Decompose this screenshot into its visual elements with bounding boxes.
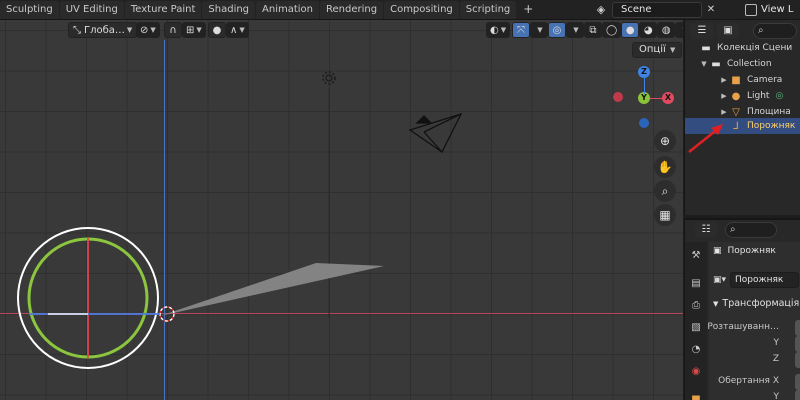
- mesh-icon: ▽: [732, 106, 740, 118]
- gizmo-x-line: [650, 98, 664, 99]
- tab-texture-paint[interactable]: Texture Paint: [124, 1, 202, 19]
- object-name-row: ▣ Порожняк: [713, 246, 776, 256]
- render-tab-icon[interactable]: ▤: [688, 276, 704, 292]
- plane-object[interactable]: [160, 263, 384, 316]
- output-tab-icon[interactable]: ⎙: [688, 298, 704, 314]
- outliner-panel: ☰ ▣ ⌕ ▬ Колекція Сцени ▼ ▬ Collection ▶ …: [684, 20, 800, 215]
- transform-section-header[interactable]: ▼ Трансформація: [713, 298, 799, 309]
- editor-type-dropdown[interactable]: ☷: [695, 222, 717, 238]
- workspace-tabs: Sculpting UV Editing Texture Paint Shadi…: [0, 1, 540, 19]
- object-name-field[interactable]: Порожняк: [730, 272, 799, 288]
- camera-icon[interactable]: ⌕: [654, 180, 676, 202]
- properties-content: ▣ Порожняк ▣▾ Порожняк ▼ Трансформація Ро…: [707, 242, 800, 400]
- tool-tab-icon[interactable]: ⚒: [688, 248, 704, 264]
- outliner-search-input[interactable]: ⌕: [753, 23, 797, 39]
- outliner-header: ☰ ▣ ⌕: [685, 20, 800, 42]
- view-layer-label: View L: [761, 4, 794, 15]
- rotation-y-label: Y: [773, 392, 780, 400]
- search-icon: ⌕: [758, 25, 764, 36]
- transform-section-label: Трансформація: [722, 298, 800, 309]
- outliner-row-light[interactable]: ▶ ● Light ◎: [685, 88, 800, 104]
- object-tab-icon[interactable]: ■: [688, 392, 704, 400]
- light-data-icon[interactable]: ◎: [775, 91, 783, 101]
- gizmo-neg-z-axis[interactable]: [639, 118, 649, 128]
- close-scene-icon[interactable]: ✕: [702, 4, 720, 15]
- collection-icon: ▬: [701, 42, 711, 54]
- gizmo-neg-x-axis[interactable]: [613, 92, 623, 102]
- properties-icon: ☷: [701, 224, 711, 235]
- tab-sculpting[interactable]: Sculpting: [0, 1, 59, 19]
- chevron-down-icon: ▼: [713, 300, 719, 308]
- tab-animation[interactable]: Animation: [256, 1, 320, 19]
- location-z-label: Z: [772, 354, 779, 364]
- blender-window: Sculpting UV Editing Texture Paint Shadi…: [0, 0, 800, 400]
- location-label: Розташуванн…: [707, 322, 779, 332]
- row-label: Camera: [747, 75, 783, 85]
- scene-icon[interactable]: ◈: [590, 1, 612, 18]
- scene-objects: [17, 71, 463, 369]
- camera-icon: ■: [731, 74, 741, 86]
- scene-selector: ◈ Scene ✕: [590, 1, 720, 18]
- red-pointer-arrow: [688, 124, 723, 153]
- properties-header: ☷ ⌕: [685, 220, 800, 240]
- chevron-right-icon[interactable]: ▶: [719, 108, 729, 116]
- chevron-right-icon[interactable]: ▶: [719, 76, 729, 84]
- tab-shading[interactable]: Shading: [202, 1, 256, 19]
- view-layer-icon: [745, 3, 757, 16]
- editor-type-dropdown[interactable]: ☰: [691, 23, 713, 39]
- workspace-tab-bar: Sculpting UV Editing Texture Paint Shadi…: [0, 0, 800, 20]
- 3d-viewport[interactable]: ⤡ Глоба… ▼ ⊘ ▼ ∩ ⊞ ▼ ● ∧ ▼ ◐ ▼ ⤧ ▼ ◎ ▼ ⧉…: [0, 20, 683, 400]
- outliner-row-scene-collection[interactable]: ▬ Колекція Сцени: [685, 40, 800, 56]
- location-y-field[interactable]: [795, 336, 800, 352]
- view-layer-tab-icon[interactable]: ▧: [688, 320, 704, 336]
- view-layer-selector[interactable]: View L: [745, 1, 793, 18]
- search-icon: ⌕: [730, 224, 736, 235]
- hand-icon[interactable]: ✋: [654, 156, 676, 178]
- world-tab-icon[interactable]: ◉: [688, 364, 704, 380]
- properties-panel: ☷ ⌕ ⚒ ▤ ⎙ ▧ ◔ ◉ ■ ▣ Порожняк ▣▾ Порожняк…: [684, 218, 800, 400]
- row-label: Collection: [727, 59, 772, 69]
- light-icon[interactable]: [322, 71, 336, 85]
- zoom-icon[interactable]: ⊕: [654, 130, 676, 152]
- properties-search-input[interactable]: ⌕: [725, 222, 777, 238]
- outliner-icon: ☰: [697, 25, 707, 36]
- outliner-row-collection[interactable]: ▼ ▬ Collection: [685, 56, 800, 72]
- rotation-x-field[interactable]: [795, 374, 800, 390]
- light-icon: ●: [731, 90, 741, 102]
- tab-uv-editing[interactable]: UV Editing: [59, 1, 124, 19]
- scene-name-field[interactable]: Scene: [612, 1, 702, 18]
- tab-rendering[interactable]: Rendering: [320, 1, 384, 19]
- object-name-label: Порожняк: [727, 246, 776, 256]
- row-label: Колекція Сцени: [717, 43, 793, 53]
- location-y-label: Y: [773, 338, 780, 348]
- tab-compositing[interactable]: Compositing: [384, 1, 459, 19]
- camera-object[interactable]: [408, 112, 463, 153]
- display-mode-dropdown[interactable]: ▣: [717, 23, 739, 39]
- object-name-field-row: ▣▾ Порожняк: [713, 272, 799, 288]
- object-type-icon: ▣▾: [713, 275, 727, 285]
- location-x-field[interactable]: [795, 320, 800, 336]
- empty-object-icon: ▣: [713, 246, 722, 256]
- display-mode-icon: ▣: [723, 25, 733, 36]
- outliner-row-camera[interactable]: ▶ ■ Camera: [685, 72, 800, 88]
- collection-icon: ▬: [711, 58, 721, 70]
- rotation-x-label: Обертання X: [718, 376, 779, 386]
- scene-tab-icon[interactable]: ◔: [688, 342, 704, 358]
- grid-icon[interactable]: ▦: [654, 204, 676, 226]
- location-z-field[interactable]: [795, 352, 800, 368]
- chevron-down-icon[interactable]: ▼: [699, 60, 709, 68]
- gizmo-z-axis[interactable]: Z: [638, 66, 650, 78]
- row-label: Порожняк: [747, 121, 796, 131]
- rotation-y-field[interactable]: [795, 390, 800, 400]
- chevron-right-icon[interactable]: ▶: [719, 92, 729, 100]
- tab-scripting[interactable]: Scripting: [459, 1, 517, 19]
- row-label: Light: [747, 91, 770, 101]
- properties-tabs: ⚒ ▤ ⎙ ▧ ◔ ◉ ■: [685, 242, 707, 400]
- row-label: Площина: [747, 107, 791, 117]
- gizmo-z-line: [644, 78, 645, 94]
- empty-object-gizmo[interactable]: [17, 227, 160, 369]
- add-workspace-button[interactable]: +: [517, 1, 539, 19]
